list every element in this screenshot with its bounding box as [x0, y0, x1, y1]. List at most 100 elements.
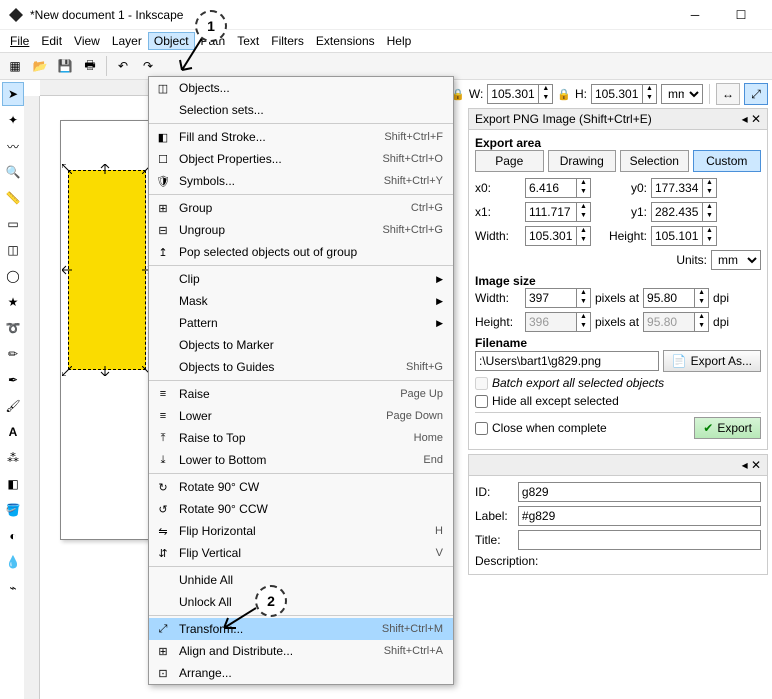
- tb-undo-icon[interactable]: ↶: [112, 55, 134, 77]
- panel-collapse-icon-2[interactable]: ◂: [742, 458, 748, 472]
- tool-selector-icon[interactable]: ➤: [2, 82, 24, 106]
- tool-pencil-icon[interactable]: ✏: [2, 342, 24, 366]
- x0-spin[interactable]: ▲▼: [577, 178, 591, 198]
- menu-item[interactable]: Objects to GuidesShift+G: [149, 356, 453, 378]
- height-spinner[interactable]: ▲▼: [643, 84, 657, 104]
- id-input[interactable]: [518, 482, 761, 502]
- panel-collapse-icon[interactable]: ◂: [742, 112, 748, 126]
- menu-item[interactable]: Selection sets...: [149, 99, 453, 121]
- menu-item[interactable]: ◧Fill and Stroke...Shift+Ctrl+F: [149, 126, 453, 148]
- menu-item[interactable]: ⇋Flip HorizontalH: [149, 520, 453, 542]
- menu-filters[interactable]: Filters: [265, 32, 310, 50]
- tool-dropper-icon[interactable]: 💧: [2, 550, 24, 574]
- menu-text[interactable]: Text: [231, 32, 265, 50]
- panel-close-icon[interactable]: ✕: [751, 112, 761, 126]
- affect-scale-button[interactable]: ⤢: [744, 83, 768, 105]
- menu-item[interactable]: Clip▶: [149, 268, 453, 290]
- ew-spin[interactable]: ▲▼: [577, 226, 591, 246]
- menu-item[interactable]: Unhide All: [149, 569, 453, 591]
- handle-nw-icon[interactable]: [62, 164, 72, 174]
- optitle-input[interactable]: [518, 530, 761, 550]
- width-input[interactable]: [487, 84, 539, 104]
- iw-spin[interactable]: ▲▼: [577, 288, 591, 308]
- menu-item[interactable]: ⊞Align and Distribute...Shift+Ctrl+A: [149, 640, 453, 662]
- tool-3dbox-icon[interactable]: ◫: [2, 238, 24, 262]
- menu-view[interactable]: View: [68, 32, 106, 50]
- handle-sw-icon[interactable]: [62, 366, 72, 376]
- menu-extensions[interactable]: Extensions: [310, 32, 381, 50]
- tool-tweak-icon[interactable]: 〰: [2, 134, 24, 158]
- tool-zoom-icon[interactable]: 🔍: [2, 160, 24, 184]
- y1-input[interactable]: [651, 202, 703, 222]
- width-spinner[interactable]: ▲▼: [539, 84, 553, 104]
- height-input[interactable]: [591, 84, 643, 104]
- menu-item[interactable]: ⊞GroupCtrl+G: [149, 197, 453, 219]
- tab-selection[interactable]: Selection: [620, 150, 689, 172]
- menu-item[interactable]: ⇵Flip VerticalV: [149, 542, 453, 564]
- tool-bucket-icon[interactable]: 🪣: [2, 498, 24, 522]
- tb-new-icon[interactable]: ▦: [4, 55, 26, 77]
- panel-close-icon-2[interactable]: ✕: [751, 458, 761, 472]
- tool-star-icon[interactable]: ★: [2, 290, 24, 314]
- y1-spin[interactable]: ▲▼: [703, 202, 717, 222]
- menu-item[interactable]: ≡LowerPage Down: [149, 405, 453, 427]
- close-checkbox[interactable]: [475, 422, 488, 435]
- menu-item[interactable]: ◫Objects...: [149, 77, 453, 99]
- tool-measure-icon[interactable]: 📏: [2, 186, 24, 210]
- filename-input[interactable]: [475, 351, 659, 371]
- tab-drawing[interactable]: Drawing: [548, 150, 617, 172]
- menu-item[interactable]: Objects to Marker: [149, 334, 453, 356]
- menu-item[interactable]: ↻Rotate 90° CW: [149, 476, 453, 498]
- minimize-button[interactable]: ─: [672, 0, 718, 30]
- tool-rect-icon[interactable]: ▭: [2, 212, 24, 236]
- menu-item[interactable]: ↺Rotate 90° CCW: [149, 498, 453, 520]
- tool-eraser-icon[interactable]: ◧: [2, 472, 24, 496]
- export-button[interactable]: ✔Export: [694, 417, 761, 439]
- tool-spray-icon[interactable]: ⁂: [2, 446, 24, 470]
- menu-edit[interactable]: Edit: [35, 32, 68, 50]
- menu-item[interactable]: ⊟UngroupShift+Ctrl+G: [149, 219, 453, 241]
- export-as-button[interactable]: 📄Export As...: [663, 350, 761, 372]
- tool-node-icon[interactable]: ✦: [2, 108, 24, 132]
- y0-input[interactable]: [651, 178, 703, 198]
- menu-item[interactable]: Pattern▶: [149, 312, 453, 334]
- affect-move-button[interactable]: ↔: [716, 83, 740, 105]
- unit-select[interactable]: mm: [661, 84, 703, 104]
- menu-item[interactable]: ↥Pop selected objects out of group: [149, 241, 453, 263]
- tool-ellipse-icon[interactable]: ◯: [2, 264, 24, 288]
- menu-item[interactable]: 🛡Symbols...Shift+Ctrl+Y: [149, 170, 453, 192]
- menu-help[interactable]: Help: [381, 32, 418, 50]
- tool-text-icon[interactable]: A: [2, 420, 24, 444]
- menu-item[interactable]: ⊡Arrange...: [149, 662, 453, 684]
- tool-bezier-icon[interactable]: ✒: [2, 368, 24, 392]
- menu-item[interactable]: Unlock All: [149, 591, 453, 613]
- eh-input[interactable]: [651, 226, 703, 246]
- tb-redo-icon[interactable]: ↷: [137, 55, 159, 77]
- menu-item[interactable]: Mask▶: [149, 290, 453, 312]
- hide-checkbox[interactable]: [475, 395, 488, 408]
- eh-spin[interactable]: ▲▼: [703, 226, 717, 246]
- dpi1-input[interactable]: [643, 288, 695, 308]
- menu-item[interactable]: ⤓Lower to BottomEnd: [149, 449, 453, 471]
- x0-input[interactable]: [525, 178, 577, 198]
- handle-n-icon[interactable]: [100, 164, 110, 174]
- tab-custom[interactable]: Custom: [693, 150, 762, 172]
- menu-item[interactable]: ☐Object Properties...Shift+Ctrl+O: [149, 148, 453, 170]
- dpi1-spin[interactable]: ▲▼: [695, 288, 709, 308]
- x1-input[interactable]: [525, 202, 577, 222]
- maximize-button[interactable]: ☐: [718, 0, 764, 30]
- tool-connector-icon[interactable]: ⌁: [2, 576, 24, 600]
- ew-input[interactable]: [525, 226, 577, 246]
- selected-object[interactable]: [68, 170, 146, 370]
- x1-spin[interactable]: ▲▼: [577, 202, 591, 222]
- units-select[interactable]: mm: [711, 250, 761, 270]
- oplabel-input[interactable]: [518, 506, 761, 526]
- handle-w-icon[interactable]: [62, 265, 72, 275]
- tb-print-icon[interactable]: 🖶: [79, 55, 101, 77]
- y0-spin[interactable]: ▲▼: [703, 178, 717, 198]
- iw-input[interactable]: [525, 288, 577, 308]
- menu-file[interactable]: File: [4, 32, 35, 50]
- tool-gradient-icon[interactable]: ◐: [2, 524, 24, 548]
- ih-input[interactable]: [525, 312, 577, 332]
- menu-item[interactable]: ⤒Raise to TopHome: [149, 427, 453, 449]
